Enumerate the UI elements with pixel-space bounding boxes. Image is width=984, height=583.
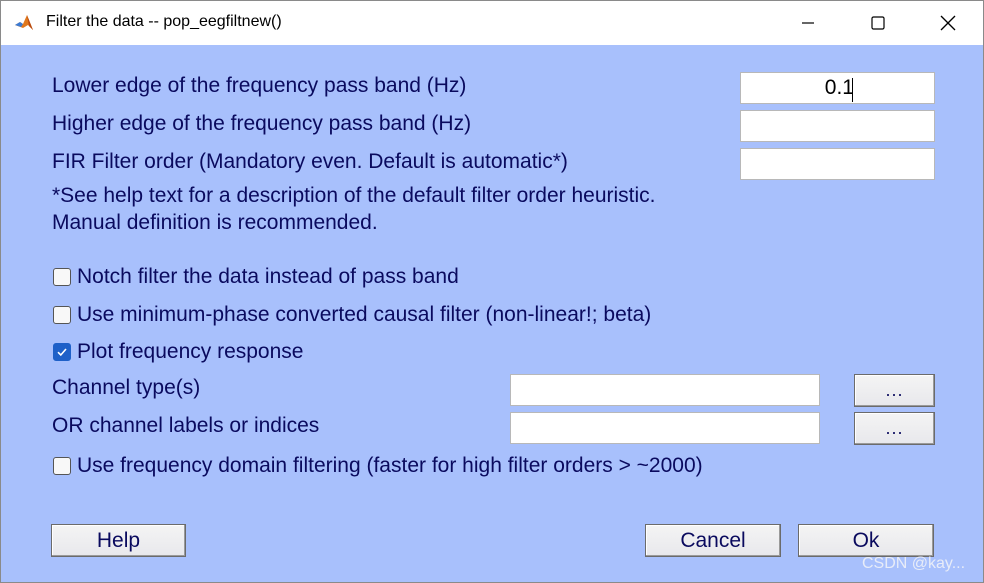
help-button[interactable]: Help [51, 524, 186, 557]
plot-response-option[interactable]: Plot frequency response [53, 340, 303, 364]
channel-type-label: Channel type(s) [52, 376, 201, 399]
minimize-button[interactable] [773, 1, 843, 45]
close-button[interactable] [913, 1, 983, 45]
plot-response-label: Plot frequency response [77, 340, 304, 363]
filter-order-note-line2: Manual definition is recommended. [52, 211, 378, 234]
frequency-domain-option[interactable]: Use frequency domain filtering (faster f… [53, 454, 703, 478]
ok-button[interactable]: Ok [798, 524, 934, 557]
minimum-phase-checkbox[interactable] [53, 306, 71, 324]
notch-filter-option[interactable]: Notch filter the data instead of pass ba… [53, 265, 459, 289]
channel-labels-input[interactable] [510, 412, 820, 444]
filter-order-note-line1: *See help text for a description of the … [52, 184, 656, 207]
channel-labels-label: OR channel labels or indices [52, 414, 320, 437]
higher-edge-label: Higher edge of the frequency pass band (… [52, 112, 472, 135]
watermark: CSDN @kay... [862, 555, 966, 572]
filter-order-label: FIR Filter order (Mandatory even. Defaul… [52, 150, 568, 173]
lower-edge-label: Lower edge of the frequency pass band (H… [52, 74, 467, 97]
text-caret [852, 78, 853, 102]
channel-type-browse-button[interactable]: ... [854, 374, 935, 407]
cancel-button[interactable]: Cancel [645, 524, 781, 557]
filter-order-input[interactable] [740, 148, 935, 180]
minimum-phase-label: Use minimum-phase converted causal filte… [77, 303, 652, 326]
minimum-phase-option[interactable]: Use minimum-phase converted causal filte… [53, 303, 651, 327]
lower-edge-input[interactable] [740, 72, 935, 104]
matlab-logo-icon [14, 13, 34, 33]
frequency-domain-label: Use frequency domain filtering (faster f… [77, 454, 703, 477]
maximize-icon [871, 16, 885, 30]
maximize-button[interactable] [843, 1, 913, 45]
channel-type-input[interactable] [510, 374, 820, 406]
higher-edge-input[interactable] [740, 110, 935, 142]
notch-filter-checkbox[interactable] [53, 268, 71, 286]
frequency-domain-checkbox[interactable] [53, 457, 71, 475]
close-icon [940, 15, 956, 31]
dialog-window: Filter the data -- pop_eegfiltnew() Lowe… [0, 0, 984, 583]
plot-response-checkbox[interactable] [53, 343, 71, 361]
dialog-content: Lower edge of the frequency pass band (H… [1, 45, 983, 582]
title-bar[interactable]: Filter the data -- pop_eegfiltnew() [1, 1, 983, 45]
notch-filter-label: Notch filter the data instead of pass ba… [77, 265, 459, 288]
minimize-icon [802, 22, 814, 24]
channel-labels-browse-button[interactable]: ... [854, 412, 935, 445]
window-title: Filter the data -- pop_eegfiltnew() [46, 13, 282, 30]
checkmark-icon [57, 348, 67, 357]
